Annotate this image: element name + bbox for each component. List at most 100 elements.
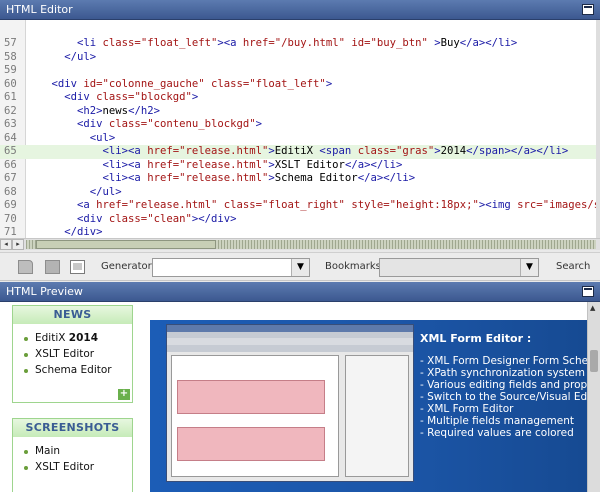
code-token: "float_left" xyxy=(249,77,326,90)
line-number: 71 xyxy=(4,226,17,238)
code-line[interactable]: 58 </ul> xyxy=(0,51,597,65)
plus-icon[interactable]: + xyxy=(118,389,130,400)
scroll-up-arrow-icon[interactable]: ▲ xyxy=(590,304,595,312)
code-token: <div xyxy=(26,91,97,103)
line-number: 59 xyxy=(4,64,17,76)
scroll-thumb[interactable] xyxy=(590,350,598,372)
scroll-thumb[interactable] xyxy=(36,240,216,249)
screenshot-item[interactable]: XSLT Editor xyxy=(23,459,132,475)
code-token: <h2> xyxy=(26,104,103,117)
code-token: class= xyxy=(96,91,135,103)
line-number: 65 xyxy=(4,145,17,157)
code-line[interactable]: 66 <li><a href="release.html">XSLT Edito… xyxy=(0,159,597,173)
code-token: <li><a xyxy=(26,145,148,157)
code-token: "blockgd" xyxy=(134,91,192,103)
code-line[interactable]: 69 <a href="release.html" class="float_r… xyxy=(0,199,600,213)
code-line[interactable]: 65 <li><a href="release.html">EditiX <sp… xyxy=(0,145,597,159)
code-token: XSLT Editor xyxy=(274,158,345,171)
code-token: <a xyxy=(223,37,243,49)
code-token: ></div> xyxy=(191,212,237,225)
code-line[interactable]: 68 </ul> xyxy=(0,186,597,200)
code-token: <ul> xyxy=(26,131,116,144)
search-button[interactable]: Search xyxy=(556,261,590,272)
chevron-down-icon[interactable]: ▼ xyxy=(520,259,538,276)
code-line[interactable]: 71 </div> xyxy=(0,226,597,238)
news-box: NEWS EditiX 2014 XSLT Editor Schema Edit… xyxy=(12,305,133,403)
code-token: "float_left" xyxy=(140,37,218,49)
banner-feature: - XML Form Designer Form Sche xyxy=(420,355,589,367)
line-number: 62 xyxy=(4,104,17,117)
maximize-icon[interactable] xyxy=(582,286,594,297)
code-line[interactable]: 70 <div class="clean"></div> xyxy=(0,213,597,227)
code-token: <span xyxy=(319,145,358,157)
line-number: 60 xyxy=(4,77,17,90)
code-token: src= xyxy=(517,199,543,211)
code-token: > xyxy=(191,91,199,103)
banner-heading: XML Form Editor : xyxy=(420,332,532,345)
scroll-right-arrow-icon[interactable]: ▸ xyxy=(12,239,24,250)
chevron-down-icon[interactable]: ▼ xyxy=(291,259,309,276)
news-item[interactable]: XSLT Editor xyxy=(23,346,132,362)
code-token: href= xyxy=(147,145,180,157)
code-token: </h2> xyxy=(128,104,160,117)
code-token: EditiX xyxy=(274,145,320,157)
preview-vertical-scrollbar[interactable]: ▲ xyxy=(587,302,600,492)
preview-panel-title: HTML Preview xyxy=(0,282,600,302)
code-token: "clean" xyxy=(147,212,192,225)
editor-vertical-scrollbar[interactable] xyxy=(596,20,600,238)
preview-title-text: HTML Preview xyxy=(6,285,83,298)
stop-icon[interactable] xyxy=(45,260,60,274)
code-token: class= xyxy=(223,199,263,211)
scroll-left-arrow-icon[interactable]: ◂ xyxy=(0,239,12,250)
code-token: class= xyxy=(102,37,141,49)
code-token: style= xyxy=(351,199,390,211)
code-token: > xyxy=(255,118,263,130)
line-number: 58 xyxy=(4,50,17,63)
code-line[interactable]: 57 <li class="float_left"><a href="/buy.… xyxy=(0,37,597,51)
generator-select[interactable]: ▼ xyxy=(152,258,310,277)
code-token: class= xyxy=(357,145,396,157)
news-item[interactable]: EditiX 2014 xyxy=(23,330,132,346)
code-line[interactable]: 60 <div id="colonne_gauche" class="float… xyxy=(0,78,597,92)
code-token: Buy xyxy=(440,37,460,49)
code-token: id= xyxy=(83,77,103,90)
code-token: <div xyxy=(26,77,84,90)
editor-panel-title: HTML Editor xyxy=(0,0,600,20)
document-icon[interactable] xyxy=(18,260,33,274)
bookmarks-label: Bookmarks xyxy=(325,261,381,272)
code-token: </ul> xyxy=(26,185,122,198)
line-number: 57 xyxy=(4,37,17,49)
line-number: 69 xyxy=(4,199,17,211)
banner-feature: - Required values are colored xyxy=(420,427,574,439)
generator-label: Generator xyxy=(101,261,152,272)
code-line[interactable]: 63 <div class="contenu_blockgd"> xyxy=(0,118,597,132)
code-line[interactable]: 67 <li><a href="release.html">Schema Edi… xyxy=(0,172,597,186)
code-token: "release.html" xyxy=(179,172,269,184)
code-line[interactable]: 61 <div class="blockgd"> xyxy=(0,91,597,105)
monitor-icon[interactable] xyxy=(70,260,85,274)
screenshot-item[interactable]: Main xyxy=(23,443,132,459)
editor-horizontal-scrollbar[interactable]: ◂ ▸ xyxy=(0,238,600,250)
code-line[interactable]: 59 xyxy=(0,64,597,78)
code-line[interactable]: 64 <ul> xyxy=(0,132,597,146)
code-token: <a xyxy=(26,199,97,211)
line-number: 70 xyxy=(4,212,17,225)
code-token: class= xyxy=(210,77,250,90)
code-token: "height:18px;" xyxy=(389,199,479,211)
code-editor[interactable]: 57 <li class="float_left"><a href="/buy.… xyxy=(0,20,600,238)
maximize-icon[interactable] xyxy=(582,4,594,15)
code-token: <li xyxy=(26,37,103,49)
code-token: </a></li> xyxy=(357,172,416,184)
screenshots-box: SCREENSHOTS Main XSLT Editor xyxy=(12,418,133,492)
editor-toolbar: Generator ▼ Bookmarks ▼ Search xyxy=(0,252,600,281)
bookmarks-select[interactable]: ▼ xyxy=(379,258,539,277)
code-token: href= xyxy=(147,158,180,171)
news-item[interactable]: Schema Editor xyxy=(23,362,132,378)
code-line[interactable]: 62 <h2>news</h2> xyxy=(0,105,597,119)
feature-banner[interactable]: XML Form Editor : - XML Form Designer Fo… xyxy=(150,320,594,492)
editor-screenshot-thumbnail xyxy=(166,324,414,482)
code-token: </ul> xyxy=(26,50,97,63)
code-token: "release.html" xyxy=(179,158,269,171)
code-token: 2014 xyxy=(440,145,467,157)
code-token: </div> xyxy=(26,226,103,238)
